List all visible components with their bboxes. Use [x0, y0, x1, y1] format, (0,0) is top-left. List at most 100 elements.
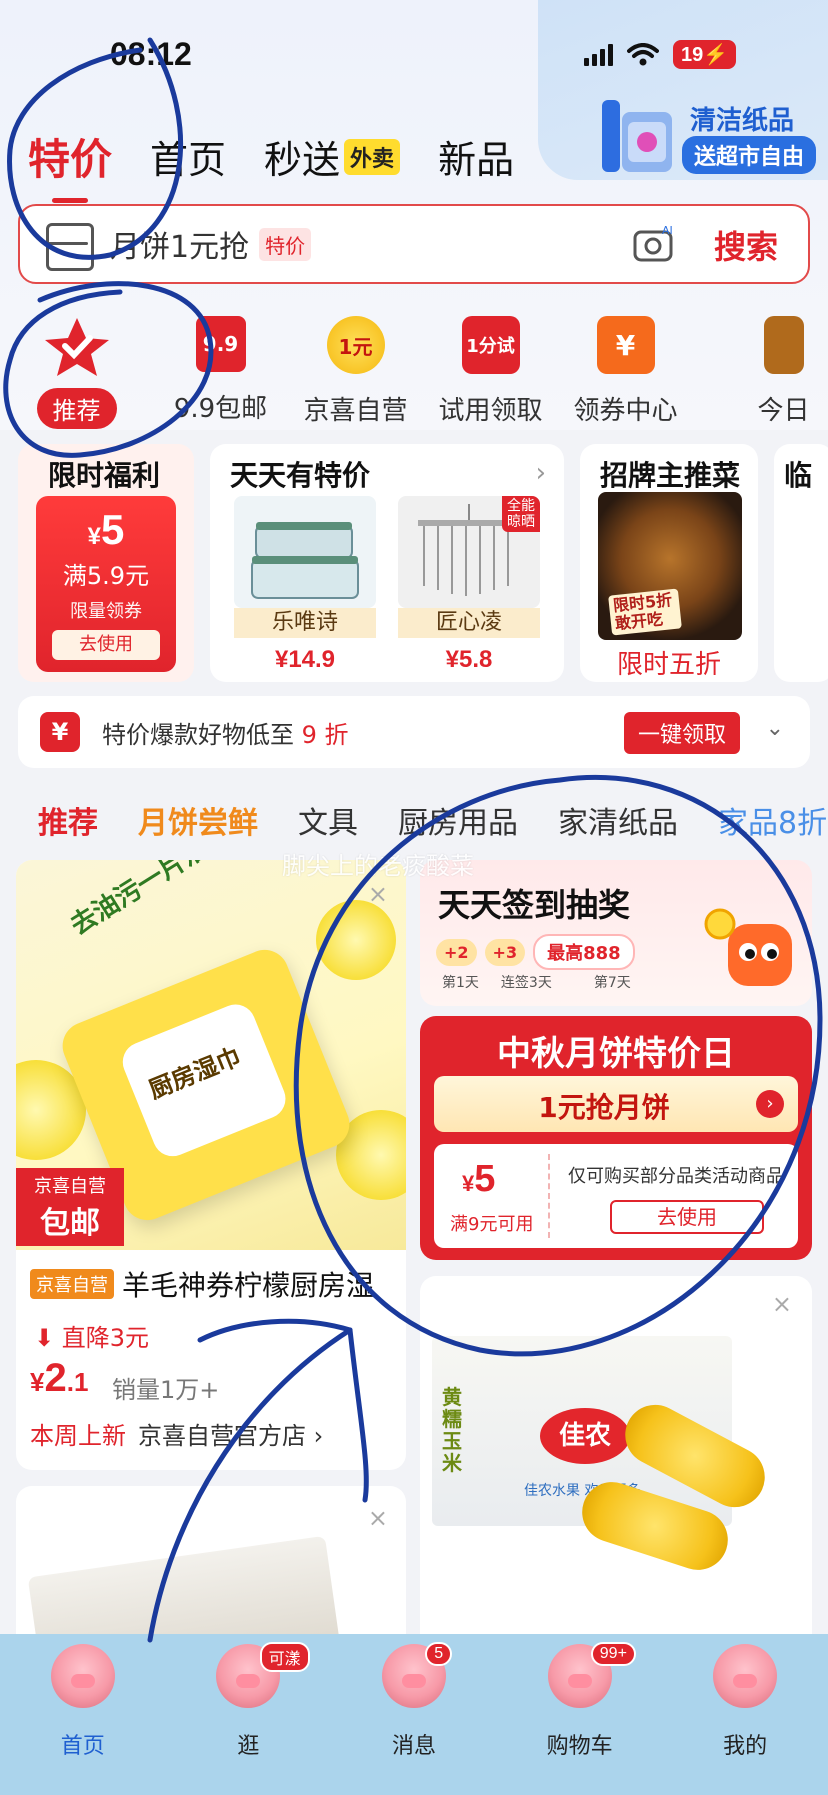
- price-drop: ⬇ 直降3元: [34, 1324, 150, 1352]
- drying-rack-image: 全能晾晒: [398, 496, 540, 608]
- feed-tab-kitchen[interactable]: 厨房用品: [398, 798, 518, 842]
- nav-label: 首页: [60, 1734, 105, 1759]
- signal-icon: [584, 43, 613, 66]
- category-today[interactable]: 今日: [693, 316, 828, 429]
- category-label: 推荐: [36, 388, 117, 429]
- gift-bag-icon: 1分试: [461, 316, 520, 374]
- category-coupons[interactable]: ¥ 领券中心: [558, 316, 693, 429]
- coupon-amount: 5: [474, 1158, 496, 1200]
- feed-tab-mooncake[interactable]: 月饼尝鲜: [138, 798, 258, 842]
- category-label: 试用领取: [438, 396, 543, 426]
- daily-deals-card[interactable]: 天天有特价 › 乐唯诗 ¥14.9 全能晾晒 匠心凌 ¥5.8: [210, 444, 564, 682]
- product-card-wipes[interactable]: 去油污一片洁净 厨房湿巾 × 京喜自营 包邮 京喜自营 羊毛神券柠檬厨房湿 ⬇ …: [16, 860, 406, 1470]
- tab-home[interactable]: 首页: [150, 129, 226, 184]
- feed-tab-bar: 推荐 月饼尝鲜 文具 厨房用品 家清纸品 家品8折: [38, 798, 827, 842]
- signin-days: 第1天 连签3天 第7天: [442, 975, 631, 991]
- claim-all-button[interactable]: 一键领取: [623, 712, 740, 754]
- mid-autumn-coupon[interactable]: ¥5 满9元可用 仅可购买部分品类活动商品 去使用: [434, 1144, 798, 1248]
- strip-text: 特价爆款好物低至 9 折: [102, 720, 349, 749]
- nav-cart[interactable]: 99+ 购物车: [497, 1634, 663, 1795]
- feed-tab-stationery[interactable]: 文具: [298, 798, 358, 842]
- coupon-note: 限量领券: [70, 601, 142, 622]
- tab-new-arrivals[interactable]: 新品: [438, 129, 514, 184]
- category-jingxi[interactable]: 1元 京喜自营: [288, 316, 423, 429]
- chevron-right-icon[interactable]: ›: [536, 458, 546, 488]
- mid-autumn-card[interactable]: 中秋月饼特价日 1元抢月饼 › ¥5 满9元可用 仅可购买部分品类活动商品 去使…: [420, 1016, 812, 1260]
- product-item[interactable]: 全能晾晒 匠心凌 ¥5.8: [398, 496, 540, 674]
- signature-dish-card[interactable]: 招牌主推菜 限时5折 敢开吃 限时五折: [580, 444, 758, 682]
- product-name: 乐唯诗: [234, 608, 376, 638]
- coupon-use-button[interactable]: 去使用: [610, 1200, 764, 1234]
- promo-subtitle[interactable]: 送超市自由: [682, 136, 817, 174]
- product-name: 匠心凌: [398, 608, 540, 638]
- search-tag: 特价: [259, 227, 312, 261]
- status-icons: 19⚡: [584, 40, 737, 69]
- top-tab-bar: 特价 首页 秒送 外卖 新品: [28, 126, 514, 203]
- svg-text:AI: AI: [662, 224, 673, 237]
- category-label: 京喜自营: [303, 396, 408, 426]
- category-99[interactable]: 9.9 9.9包邮: [153, 316, 288, 429]
- tab-express[interactable]: 秒送 外卖: [264, 129, 401, 184]
- feed-tab-recommend[interactable]: 推荐: [38, 798, 98, 842]
- bottom-nav: 首页 可漾 逛 5 消息 99+ 购物车 我的: [0, 1634, 828, 1795]
- feed-tab-home-goods[interactable]: 家品8折: [718, 798, 827, 842]
- card-title: 限时福利: [48, 459, 161, 492]
- close-icon[interactable]: ×: [772, 1290, 792, 1318]
- category-label: 9.9包邮: [173, 394, 268, 424]
- sales-count: 销量1万+: [112, 1376, 220, 1404]
- coupon-strip[interactable]: ¥ 特价爆款好物低至 9 折 一键领取 ⌄: [18, 696, 810, 768]
- feed-tab-paper[interactable]: 家清纸品: [558, 798, 678, 842]
- dish-image: 限时5折 敢开吃: [598, 492, 742, 640]
- corn-side-text: 黄糯玉米: [442, 1385, 462, 1475]
- star-check-icon: [44, 318, 109, 376]
- nav-browse[interactable]: 可漾 逛: [166, 1634, 332, 1795]
- promo-title[interactable]: 清洁纸品: [690, 100, 794, 137]
- nav-label: 我的: [723, 1734, 768, 1759]
- mooncake-cta[interactable]: 1元抢月饼 ›: [434, 1076, 798, 1132]
- category-recommend[interactable]: 推荐: [0, 316, 153, 429]
- product-item[interactable]: 乐唯诗 ¥14.9: [234, 496, 376, 674]
- coin-1yuan-icon: 1元: [326, 316, 385, 374]
- dish-tag: 限时5折 敢开吃: [608, 588, 682, 636]
- category-label: 领券中心: [573, 396, 678, 426]
- daily-signin-card[interactable]: 天天签到抽奖 +2 +3 最高888 第1天 连签3天 第7天: [420, 860, 812, 1006]
- partial-card[interactable]: 临: [774, 444, 828, 682]
- card-title: 天天有特价: [230, 459, 371, 492]
- category-trial[interactable]: 1分试 试用领取: [423, 316, 558, 429]
- jingxi-tag: 京喜自营: [30, 1269, 114, 1299]
- camera-ai-icon[interactable]: AI: [632, 224, 678, 264]
- tab-special-price[interactable]: 特价: [28, 126, 112, 203]
- scan-icon[interactable]: [46, 223, 94, 271]
- status-time: 08:12: [110, 36, 192, 72]
- nav-home[interactable]: 首页: [0, 1634, 166, 1795]
- nav-profile[interactable]: 我的: [662, 1634, 828, 1795]
- card-title: 招牌主推菜: [600, 459, 741, 492]
- coupon-condition: 满5.9元: [62, 562, 150, 590]
- category-row: 推荐 9.9 9.9包邮 1元 京喜自营 1分试 试用领取 ¥ 领券中心 今日: [0, 316, 828, 429]
- nav-badge: 5: [425, 1642, 453, 1666]
- card-title: 临: [784, 459, 813, 492]
- coupon[interactable]: ¥5 满5.9元 限量领券 去使用: [36, 496, 176, 672]
- nav-label: 消息: [391, 1734, 436, 1759]
- tissue-product-image[interactable]: [598, 92, 678, 178]
- battery-indicator: 19⚡: [673, 40, 737, 69]
- chevron-down-icon[interactable]: ⌄: [766, 716, 784, 741]
- product-card-corn[interactable]: × 黄糯玉米 佳农 佳农水果 欢乐更多: [420, 1276, 812, 1686]
- close-icon[interactable]: ×: [368, 880, 388, 908]
- wifi-icon: [627, 42, 659, 65]
- wipes-slogan: 去油污一片洁净: [65, 860, 236, 942]
- coupon-use-button[interactable]: 去使用: [52, 630, 160, 660]
- coupon-icon: ¥: [596, 316, 655, 374]
- shop-row[interactable]: 本周上新 京喜自营官方店 ›: [30, 1416, 323, 1451]
- limited-welfare-card[interactable]: 限时福利 ¥5 满5.9元 限量领券 去使用: [18, 444, 194, 682]
- close-icon[interactable]: ×: [368, 1504, 388, 1532]
- home-mascot-icon: [50, 1644, 115, 1708]
- search-button[interactable]: 搜索: [714, 222, 778, 268]
- coupon-desc: 仅可购买部分品类活动商品: [568, 1166, 784, 1187]
- product-price: ¥14.9: [274, 646, 336, 673]
- coupon-amount: 5: [101, 506, 125, 553]
- search-input[interactable]: 月饼1元抢: [110, 222, 249, 266]
- category-label: 今日: [757, 396, 810, 426]
- search-bar[interactable]: 月饼1元抢 特价 AI 搜索: [18, 204, 810, 284]
- nav-messages[interactable]: 5 消息: [331, 1634, 497, 1795]
